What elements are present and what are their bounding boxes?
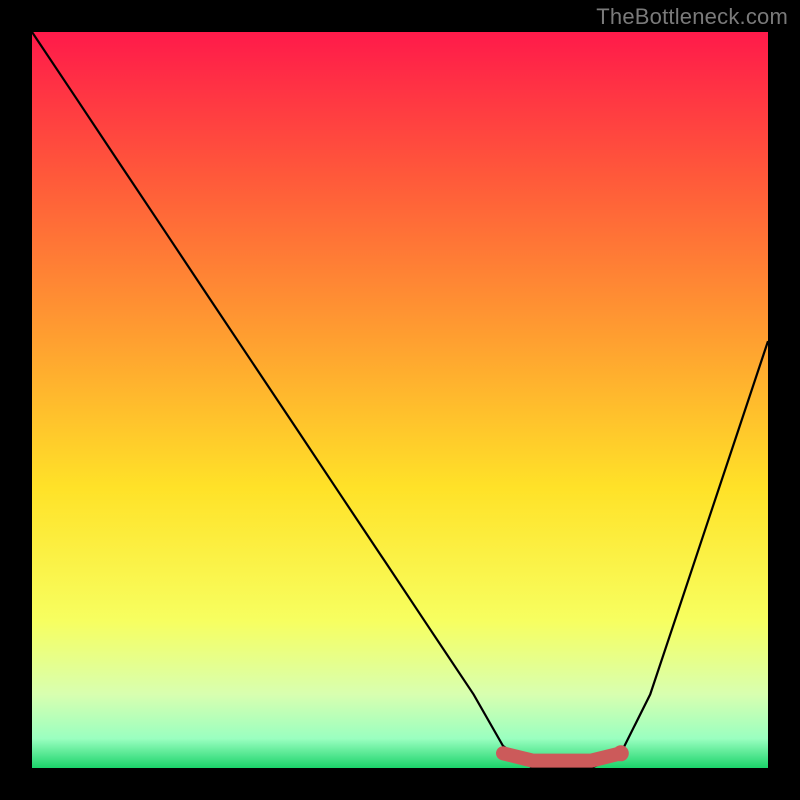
optimal-range-highlight	[503, 753, 621, 760]
plot-area	[32, 32, 768, 768]
bottleneck-curve	[32, 32, 768, 768]
chart-frame: TheBottleneck.com	[0, 0, 800, 800]
curve-layer	[32, 32, 768, 768]
watermark-text: TheBottleneck.com	[596, 4, 788, 30]
optimal-point-dot	[613, 745, 629, 761]
